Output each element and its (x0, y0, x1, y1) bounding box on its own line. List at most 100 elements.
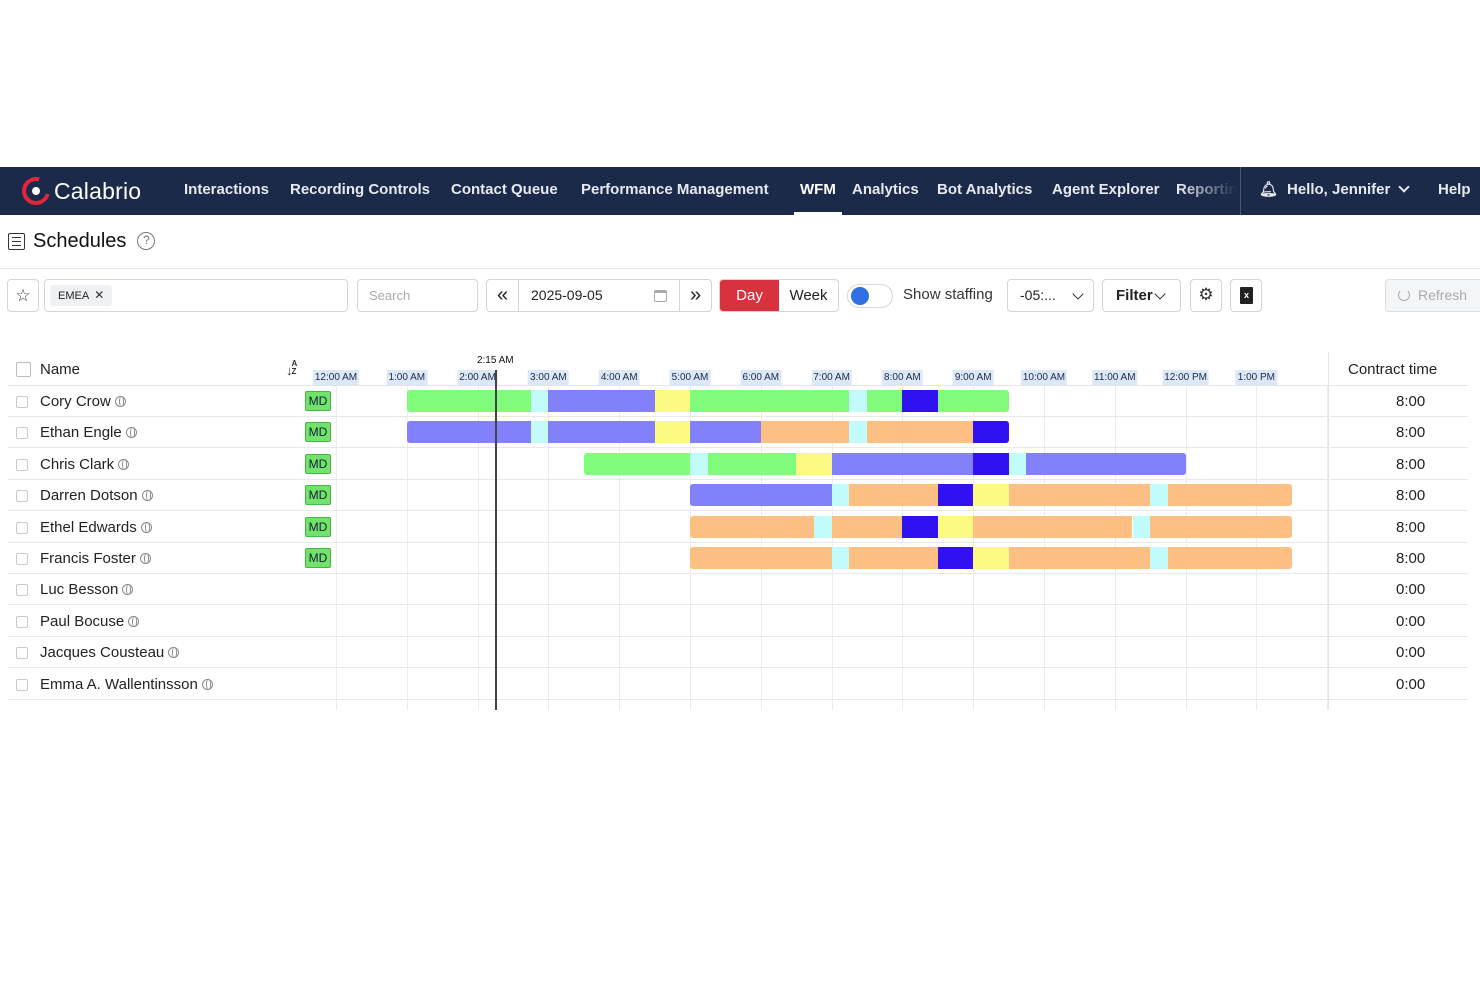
brand-logo[interactable]: Calabrio (16, 171, 141, 211)
nav-item-performance-management[interactable]: Performance Management (581, 167, 769, 215)
nav-help[interactable]: Help (1438, 167, 1471, 215)
activity-segment-orange[interactable] (1167, 484, 1292, 507)
activity-segment-purple[interactable] (690, 421, 761, 444)
agent-name[interactable]: Cory Crow (40, 393, 126, 410)
activity-segment-break[interactable] (831, 547, 850, 569)
activity-segment-green[interactable] (937, 390, 1009, 412)
row-checkbox[interactable] (16, 647, 28, 660)
row-checkbox[interactable] (16, 553, 28, 565)
agent-name[interactable]: Francis Foster (40, 550, 151, 567)
activity-segment-blue[interactable] (902, 390, 938, 412)
nav-item-interactions[interactable]: Interactions (184, 167, 269, 215)
activity-segment-green[interactable] (707, 452, 797, 475)
row-checkbox[interactable] (16, 490, 28, 503)
activity-segment-break[interactable] (1150, 484, 1168, 507)
agent-name[interactable]: Chris Clark (40, 456, 130, 473)
schedule-row[interactable]: Chris Clark MD 8:00 (8, 449, 1468, 480)
activity-segment-purple[interactable] (548, 421, 655, 444)
schedule-row[interactable]: Emma A. Wallentinsson 0:00 (8, 669, 1468, 700)
activity-segment-break[interactable] (530, 421, 549, 444)
agent-name[interactable]: Jacques Cousteau (40, 644, 180, 661)
activity-segment-orange[interactable] (760, 421, 850, 444)
schedule-row[interactable]: Ethel Edwards MD 8:00 (8, 512, 1468, 543)
help-circle-icon[interactable]: ? (137, 232, 156, 250)
close-icon[interactable]: ✕ (94, 288, 104, 302)
nav-item-wfm[interactable]: WFM (794, 167, 842, 215)
group-selector[interactable]: EMEA ✕ (44, 279, 348, 312)
activity-segment-purple[interactable] (406, 421, 531, 444)
settings-button[interactable]: ⚙ (1190, 279, 1222, 312)
refresh-button[interactable]: Refresh (1385, 279, 1480, 312)
search-input[interactable]: Search (357, 279, 478, 312)
calendar-icon[interactable] (654, 290, 667, 302)
row-checkbox[interactable] (16, 521, 28, 534)
activity-segment-orange[interactable] (849, 484, 938, 507)
show-staffing-toggle[interactable] (847, 284, 893, 308)
activity-segment-orange[interactable] (1167, 547, 1292, 569)
activity-segment-blue[interactable] (937, 484, 974, 507)
nav-item-bot-analytics[interactable]: Bot Analytics (937, 167, 1032, 215)
activity-segment-yellow[interactable] (973, 547, 1009, 569)
agent-name[interactable]: Darren Dotson (40, 487, 153, 504)
activity-segment-orange[interactable] (690, 547, 832, 569)
activity-segment-orange[interactable] (849, 547, 938, 569)
agent-name[interactable]: Ethel Edwards (40, 519, 152, 536)
activity-segment-green[interactable] (406, 390, 531, 412)
sort-az-icon[interactable]: ↓A Z (286, 360, 297, 379)
schedule-row[interactable]: Cory Crow MD 8:00 (8, 386, 1468, 417)
activity-segment-purple[interactable] (548, 390, 655, 412)
nav-item-reporting[interactable]: Reportin (1176, 167, 1238, 215)
activity-segment-orange[interactable] (973, 515, 1133, 538)
group-chip[interactable]: EMEA ✕ (50, 285, 113, 306)
row-checkbox[interactable] (16, 396, 28, 408)
schedule-row[interactable]: Jacques Cousteau 0:00 (8, 637, 1468, 669)
activity-segment-break[interactable] (831, 484, 850, 507)
nav-item-analytics[interactable]: Analytics (852, 167, 919, 215)
next-date-button[interactable]: » (679, 280, 711, 311)
row-checkbox[interactable] (16, 427, 28, 440)
activity-segment-yellow[interactable] (654, 421, 690, 444)
schedule-row[interactable]: Darren Dotson MD 8:00 (8, 480, 1468, 512)
activity-segment-break[interactable] (849, 390, 867, 412)
activity-segment-blue[interactable] (973, 452, 1009, 475)
activity-segment-yellow[interactable] (796, 452, 832, 475)
activity-segment-purple[interactable] (690, 484, 832, 507)
activity-segment-break[interactable] (1150, 547, 1168, 569)
name-column-header[interactable]: Name (40, 361, 80, 378)
activity-segment-orange[interactable] (1150, 515, 1292, 538)
activity-segment-green[interactable] (690, 390, 850, 412)
day-view-button[interactable]: Day (720, 280, 779, 311)
previous-date-button[interactable]: « (487, 280, 519, 311)
nav-item-contact-queue[interactable]: Contact Queue (451, 167, 558, 215)
nav-item-recording-controls[interactable]: Recording Controls (290, 167, 430, 215)
agent-name[interactable]: Paul Bocuse (40, 613, 140, 630)
filter-button[interactable]: Filter (1102, 279, 1181, 312)
activity-segment-yellow[interactable] (937, 515, 974, 538)
agent-name[interactable]: Luc Besson (40, 581, 134, 598)
activity-segment-break[interactable] (530, 390, 549, 412)
activity-segment-orange[interactable] (1008, 484, 1151, 507)
favorite-button[interactable]: ☆ (7, 279, 39, 312)
activity-segment-green[interactable] (867, 390, 903, 412)
contract-time-column-header[interactable]: Contract time (1348, 361, 1437, 378)
activity-segment-break[interactable] (813, 515, 832, 538)
export-excel-button[interactable]: x (1230, 279, 1262, 312)
activity-segment-purple[interactable] (1026, 452, 1186, 475)
activity-segment-break[interactable] (1008, 452, 1027, 475)
activity-segment-orange[interactable] (831, 515, 903, 538)
user-menu[interactable]: Hello, Jennifer (1287, 167, 1411, 215)
activity-segment-break[interactable] (849, 421, 867, 444)
bell-icon[interactable]: 🔔︎ (1259, 167, 1278, 215)
activity-segment-blue[interactable] (973, 421, 1009, 444)
nav-item-agent-explorer[interactable]: Agent Explorer (1052, 167, 1160, 215)
agent-name[interactable]: Emma A. Wallentinsson (40, 676, 213, 693)
activity-segment-break[interactable] (690, 452, 708, 475)
row-checkbox[interactable] (16, 458, 28, 471)
row-checkbox[interactable] (16, 615, 28, 628)
activity-segment-orange[interactable] (867, 421, 974, 444)
schedule-row[interactable]: Luc Besson 0:00 (8, 574, 1468, 606)
agent-name[interactable]: Ethan Engle (40, 424, 137, 441)
activity-segment-green[interactable] (583, 452, 690, 475)
timezone-select[interactable]: -05:... (1007, 279, 1094, 312)
row-checkbox[interactable] (16, 678, 28, 691)
